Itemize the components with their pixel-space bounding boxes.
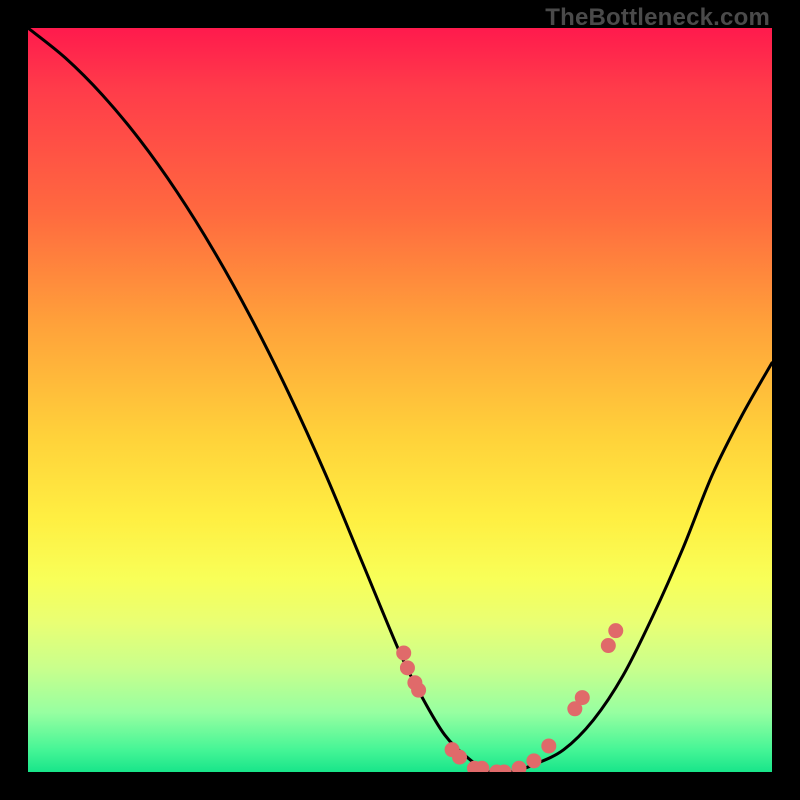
data-point bbox=[400, 660, 415, 675]
data-point bbox=[601, 638, 616, 653]
plot-area bbox=[28, 28, 772, 772]
data-point bbox=[541, 738, 556, 753]
data-point bbox=[575, 690, 590, 705]
data-point bbox=[396, 645, 411, 660]
bottleneck-curve bbox=[28, 28, 772, 772]
data-point bbox=[608, 623, 623, 638]
data-point bbox=[512, 761, 527, 772]
data-point bbox=[526, 753, 541, 768]
data-point bbox=[411, 683, 426, 698]
chart-svg bbox=[28, 28, 772, 772]
chart-frame: TheBottleneck.com bbox=[0, 0, 800, 800]
data-point bbox=[452, 750, 467, 765]
